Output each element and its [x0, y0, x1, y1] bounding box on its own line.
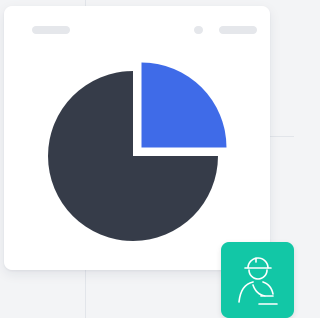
chart-card [4, 6, 270, 270]
card-status-dot [194, 26, 203, 34]
card-menu-placeholder [219, 26, 257, 34]
background-gridline [270, 136, 294, 137]
user-with-hardhat-icon [238, 257, 278, 305]
card-title-placeholder [32, 26, 70, 34]
pie-slice [141, 62, 227, 148]
avatar-badge[interactable] [221, 242, 294, 318]
pie-chart [48, 62, 227, 241]
